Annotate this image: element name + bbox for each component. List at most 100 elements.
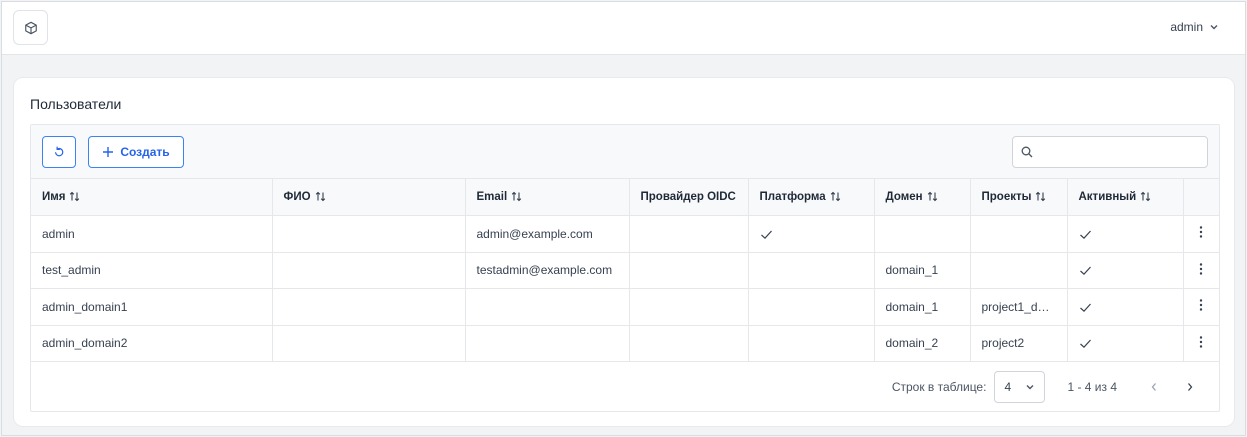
sort-icon <box>1140 191 1151 202</box>
cell-fio <box>272 288 466 326</box>
table-row[interactable]: test_admin testadmin@example.com domain_… <box>31 252 1219 289</box>
column-header-label: Активный <box>1078 191 1137 203</box>
users-table-container: Создать Имя ФИО Email Провайдер OIDC Пла… <box>30 124 1220 412</box>
column-header-domain[interactable]: Домен <box>874 179 971 216</box>
rows-per-page-label: Строк в таблице: <box>891 380 987 394</box>
check-icon <box>1079 340 1091 349</box>
prev-page-button[interactable] <box>1143 376 1165 398</box>
column-header-label: Проекты <box>981 191 1032 203</box>
column-header-label: Email <box>476 191 508 203</box>
check-icon <box>1079 230 1091 239</box>
row-menu-button[interactable] <box>1183 288 1219 326</box>
users-table: Имя ФИО Email Провайдер OIDC Платформа Д… <box>31 179 1219 362</box>
cell-name: admin_domain2 <box>31 325 273 362</box>
search-box[interactable] <box>1012 136 1208 168</box>
refresh-button[interactable] <box>42 136 76 168</box>
user-menu[interactable]: admin <box>1170 20 1219 34</box>
chevron-down-icon <box>1210 25 1218 30</box>
column-header-platform[interactable]: Платформа <box>748 179 875 216</box>
sort-icon <box>1036 191 1046 202</box>
cell-fio <box>272 325 466 362</box>
table-toolbar: Создать <box>31 125 1219 179</box>
check-icon <box>1079 303 1091 312</box>
sort-icon <box>830 191 840 202</box>
users-card: Пользователи Создать Имя ФИО Email Прова… <box>13 77 1235 427</box>
kebab-icon <box>1200 336 1203 348</box>
cell-oidc <box>629 325 749 362</box>
column-header-projects[interactable]: Проекты <box>970 179 1068 216</box>
column-header-label: Имя <box>42 191 66 203</box>
refresh-icon <box>55 146 64 157</box>
kebab-icon <box>1200 226 1203 238</box>
column-header-active[interactable]: Активный <box>1067 179 1184 216</box>
cell-fio <box>272 215 466 253</box>
column-header-label: Провайдер OIDC <box>640 191 736 203</box>
column-header-oidc: Провайдер OIDC <box>629 179 749 216</box>
row-menu-button[interactable] <box>1183 215 1219 253</box>
sort-icon <box>70 191 80 202</box>
kebab-icon <box>1200 299 1203 311</box>
cell-active <box>1067 215 1184 253</box>
next-page-button[interactable] <box>1179 376 1201 398</box>
column-header-actions <box>1183 179 1219 216</box>
sort-icon <box>315 191 325 202</box>
logo-button[interactable] <box>13 10 48 45</box>
cube-icon <box>24 21 37 34</box>
cell-platform <box>748 288 875 326</box>
cell-projects <box>970 252 1068 289</box>
cell-name: admin_domain1 <box>31 288 273 326</box>
cell-oidc <box>629 252 749 289</box>
create-user-label: Создать <box>120 145 170 159</box>
cell-platform <box>748 325 875 362</box>
cell-oidc <box>629 288 749 326</box>
check-icon <box>760 230 772 239</box>
column-header-name[interactable]: Имя <box>31 179 273 216</box>
cell-domain <box>874 215 971 253</box>
cell-name: admin <box>31 215 273 253</box>
rows-per-page-value: 4 <box>1004 380 1012 394</box>
column-header-label: Домен <box>885 191 923 203</box>
cell-fio <box>272 252 466 289</box>
create-user-button[interactable]: Создать <box>88 136 184 168</box>
column-header-label: Платформа <box>759 191 826 203</box>
rows-per-page-select[interactable]: 4 <box>994 371 1046 403</box>
cell-active <box>1067 252 1184 289</box>
cell-domain: domain_2 <box>874 325 971 362</box>
check-icon <box>1079 267 1091 276</box>
cell-platform <box>748 215 875 253</box>
chevron-down-icon <box>1026 385 1034 390</box>
cell-oidc <box>629 215 749 253</box>
cell-projects: project2 <box>970 325 1068 362</box>
search-icon <box>1021 146 1033 158</box>
sort-icon <box>511 191 522 202</box>
cell-domain: domain_1 <box>874 288 971 326</box>
top-bar: admin <box>2 2 1245 55</box>
cell-email: admin@example.com <box>465 215 630 253</box>
table-header-row: Имя ФИО Email Провайдер OIDC Платформа Д… <box>31 179 1219 216</box>
search-input[interactable] <box>1041 141 1201 163</box>
column-header-email[interactable]: Email <box>465 179 630 216</box>
chevron-right-icon <box>1188 383 1193 391</box>
row-menu-button[interactable] <box>1183 252 1219 289</box>
table-row[interactable]: admin_domain2 domain_2 project2 <box>31 325 1219 362</box>
user-menu-label: admin <box>1170 20 1203 34</box>
row-menu-button[interactable] <box>1183 325 1219 362</box>
cell-active <box>1067 325 1184 362</box>
cell-domain: domain_1 <box>874 252 971 289</box>
cell-projects <box>970 215 1068 253</box>
cell-active <box>1067 288 1184 326</box>
cell-platform <box>748 252 875 289</box>
column-header-fio[interactable]: ФИО <box>272 179 466 216</box>
app-window: admin Пользователи Создать Имя ФИО Email… <box>1 1 1246 436</box>
sort-icon <box>927 191 937 202</box>
cell-email <box>465 325 630 362</box>
page-title: Пользователи <box>30 96 122 112</box>
kebab-icon <box>1200 263 1203 275</box>
cell-email <box>465 288 630 326</box>
cell-projects: project1_domain1 <box>970 288 1068 326</box>
column-header-label: ФИО <box>283 191 311 203</box>
table-row[interactable]: admin admin@example.com <box>31 215 1219 253</box>
chevron-left-icon <box>1151 383 1156 391</box>
plus-icon <box>103 147 114 157</box>
table-row[interactable]: admin_domain1 domain_1 project1_domain1 <box>31 288 1219 326</box>
